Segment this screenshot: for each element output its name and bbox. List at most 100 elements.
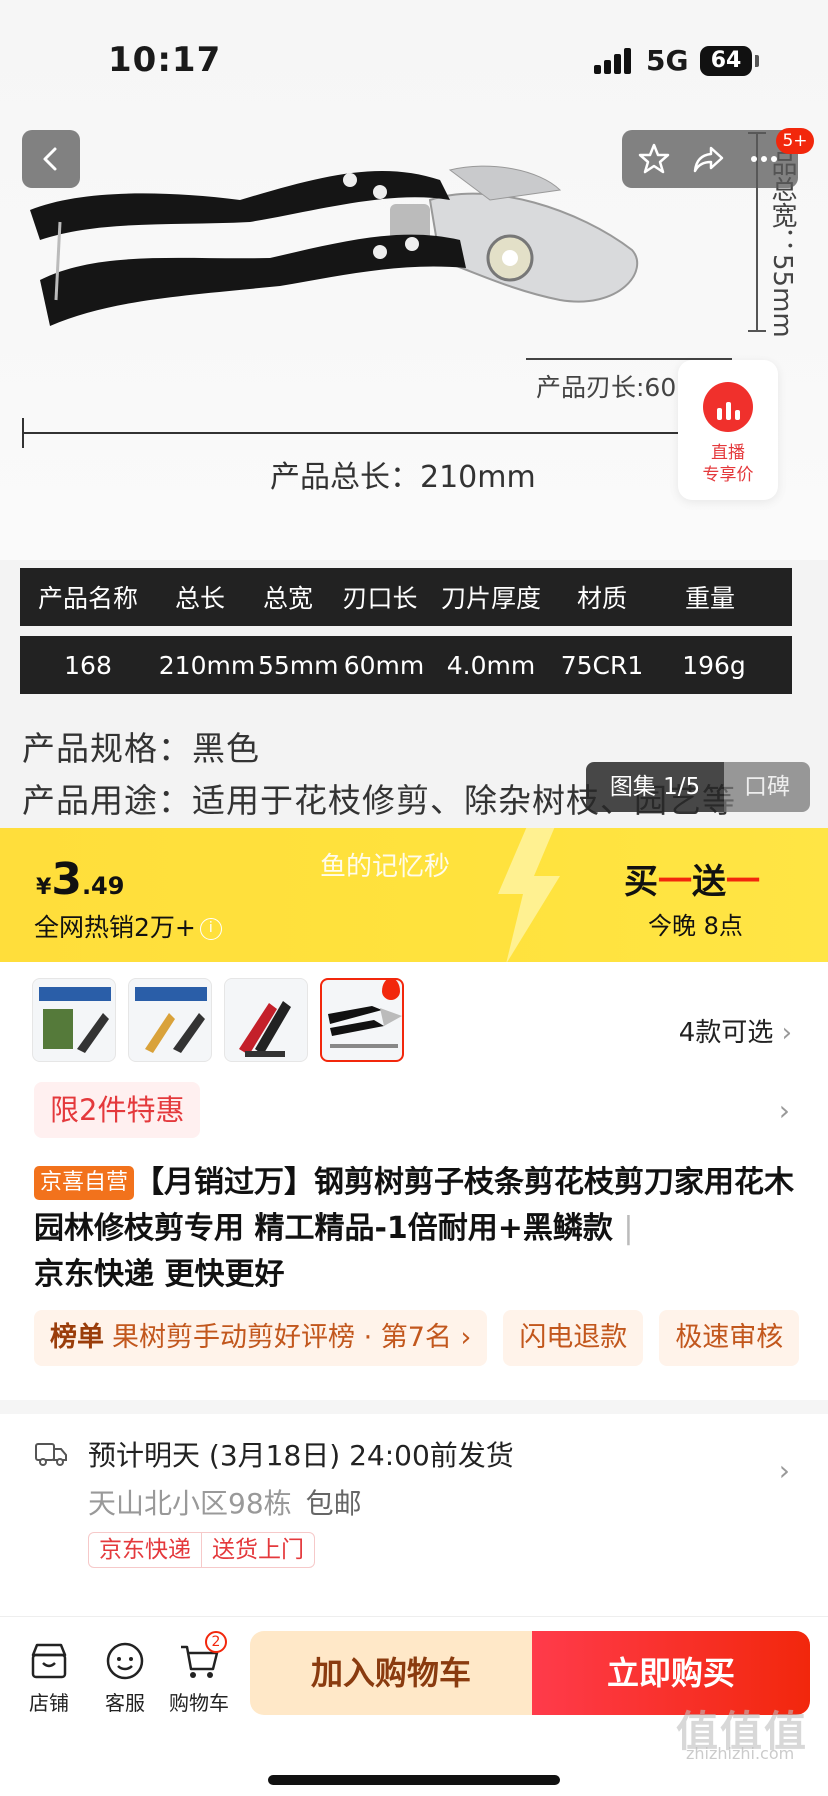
gallery-tab[interactable]: 图集 1/5	[586, 762, 724, 812]
promo-banner[interactable]: ¥3.49 全网热销2万+ i 鱼的记忆秒 买一送一 今晚 8点	[0, 828, 828, 962]
network-type: 5G	[646, 44, 689, 77]
live-badge-line2: 专享价	[702, 465, 754, 485]
spec-cell: 196g	[682, 650, 746, 680]
share-button[interactable]	[688, 139, 728, 179]
live-price-badge[interactable]: 直播 专享价	[678, 360, 778, 500]
status-time: 10:17	[108, 40, 222, 80]
price-decimal: .49	[81, 872, 125, 900]
spec-table: 产品名称 总长 总宽 刃口长 刀片厚度 材质 重量 168 210mm 55mm…	[20, 568, 792, 694]
spec-table-header: 产品名称 总长 总宽 刃口长 刀片厚度 材质 重量	[20, 568, 792, 626]
currency-symbol: ¥	[36, 875, 52, 900]
spec-cell: 4.0mm	[446, 650, 536, 680]
share-icon	[693, 146, 724, 173]
bogo-dash: 一	[658, 862, 692, 902]
shears-thumb-icon	[39, 987, 111, 1053]
product-image-carousel[interactable]: 品总宽：55mm 产品刃长:60mm 产品总长：210mm 产品名称 总长 总宽…	[0, 0, 828, 828]
more-dots-icon	[751, 156, 777, 162]
total-dimension-line	[22, 432, 722, 434]
service-chips: 榜单 果树剪手动剪好评榜 · 第7名 › 闪电退款 极速审核	[34, 1310, 800, 1366]
address-text: 天山北小区98栋	[88, 1487, 292, 1520]
cart-label: 购物车	[169, 1691, 229, 1715]
spec-color-line: 产品规格：黑色	[22, 729, 260, 768]
spec-header-cell: 产品名称	[37, 584, 138, 613]
add-to-cart-button[interactable]: 加入购物车	[250, 1631, 532, 1715]
spec-header-cell: 刀片厚度	[440, 584, 541, 613]
back-button[interactable]	[22, 130, 80, 188]
info-icon[interactable]: i	[199, 918, 222, 940]
customer-service-button[interactable]: 客服	[90, 1639, 160, 1716]
shears-thumb-icon	[135, 987, 207, 1053]
star-icon	[638, 143, 670, 174]
variant-thumb[interactable]	[128, 978, 212, 1062]
sold-count: 全网热销2万+ i	[34, 908, 222, 944]
limited-offer-tag[interactable]: 限2件特惠	[34, 1082, 201, 1138]
product-title: 京喜自营 【月销过万】钢剪树剪子枝条剪花枝剪刀家用花木园林修枝剪专用 精工精品-1…	[34, 1160, 794, 1298]
spec-header-cell: 刃口长	[342, 584, 418, 613]
chevron-right-icon: ›	[781, 1018, 792, 1048]
bogo-buy: 买	[624, 862, 658, 902]
buy-one-get-one: 买一送一	[624, 854, 760, 903]
battery-icon: 64	[700, 46, 752, 76]
store-label: 店铺	[29, 1691, 69, 1715]
ranking-chip[interactable]: 榜单 果树剪手动剪好评榜 · 第7名 ›	[34, 1310, 488, 1366]
shipping-section[interactable]: 预计明天 (3月18日) 24:00前发货 天山北小区98栋 包邮 京东快递 送货上…	[0, 1414, 828, 1614]
live-icon	[703, 382, 753, 432]
lightning-icon	[498, 828, 560, 962]
spec-cell: 75CR1	[560, 650, 644, 680]
battery-tip	[755, 55, 759, 67]
live-badge-line1: 直播	[711, 443, 745, 463]
favorite-button[interactable]	[634, 139, 674, 179]
variant-thumb-selected[interactable]	[320, 978, 404, 1062]
chat-icon	[103, 1639, 147, 1683]
product-title-text: 【月销过万】钢剪树剪子枝条剪花枝剪刀家用花木园林修枝剪专用 精工精品-1倍耐用+…	[34, 1165, 795, 1246]
spec-header-cell: 重量	[684, 584, 735, 613]
store-icon	[27, 1639, 71, 1683]
free-shipping: 包邮	[305, 1487, 362, 1520]
sold-text: 全网热销2万+	[34, 913, 196, 942]
bogo-dash: 一	[726, 862, 760, 902]
price-integer: 3	[51, 854, 82, 905]
self-operated-tag: 京喜自营	[34, 1166, 135, 1200]
product-title-tail: 京东快递 更快更好	[34, 1257, 285, 1292]
reviews-tab[interactable]: 口碑	[724, 762, 810, 812]
top-actions	[622, 130, 798, 188]
store-button[interactable]: 店铺	[14, 1639, 84, 1716]
chevron-right-icon[interactable]: ›	[779, 1094, 790, 1127]
variant-thumb[interactable]	[32, 978, 116, 1062]
spec-table-row: 168 210mm 55mm 60mm 4.0mm 75CR1 196g	[20, 636, 792, 694]
status-bar: 10:17 5G 64	[0, 0, 828, 120]
cell-signal-icon	[594, 48, 634, 74]
truck-icon	[35, 1443, 67, 1466]
ship-address: 天山北小区98栋 包邮	[88, 1482, 362, 1522]
bogo-get: 送	[692, 862, 726, 902]
fast-refund-chip[interactable]: 闪电退款	[503, 1310, 644, 1366]
spec-header-cell: 总长	[174, 584, 225, 613]
fast-review-chip[interactable]: 极速审核	[659, 1310, 800, 1366]
home-indicator[interactable]	[268, 1775, 560, 1785]
site-watermark-url: zhizhizhi.com	[686, 1744, 795, 1763]
promo-price: ¥3.49	[36, 854, 124, 905]
gallery-switch[interactable]: 图集 1/5 口碑	[586, 762, 810, 812]
hot-flame-icon	[382, 980, 400, 1000]
section-divider	[0, 1400, 828, 1414]
chevron-right-icon: ›	[778, 1454, 790, 1487]
notification-badge: 5+	[776, 128, 814, 154]
cart-button[interactable]: 2 购物车	[164, 1631, 234, 1716]
ship-eta: 预计明天 (3月18日) 24:00前发货	[88, 1439, 514, 1472]
ranking-label: 榜单	[50, 1322, 104, 1353]
spec-header-cell: 材质	[576, 584, 627, 613]
spec-cell: 168	[64, 650, 112, 680]
variant-thumb[interactable]	[224, 978, 308, 1062]
jd-express-tag: 京东快递	[99, 1537, 191, 1563]
spec-cell: 60mm	[343, 650, 425, 680]
total-length-label: 产品总长：210mm	[270, 460, 536, 495]
variant-count-link[interactable]: 4款可选 ›	[679, 1012, 792, 1049]
chevron-left-icon	[43, 147, 57, 171]
promo-time: 今晚 8点	[648, 912, 743, 940]
spec-header-cell: 总宽	[262, 584, 313, 613]
service-label: 客服	[105, 1691, 145, 1715]
shears-thumb-icon	[239, 1001, 291, 1057]
spec-cell: 210mm	[158, 650, 256, 680]
title-separator: |	[623, 1211, 634, 1246]
delivery-tags: 京东快递 送货上门	[88, 1532, 315, 1568]
